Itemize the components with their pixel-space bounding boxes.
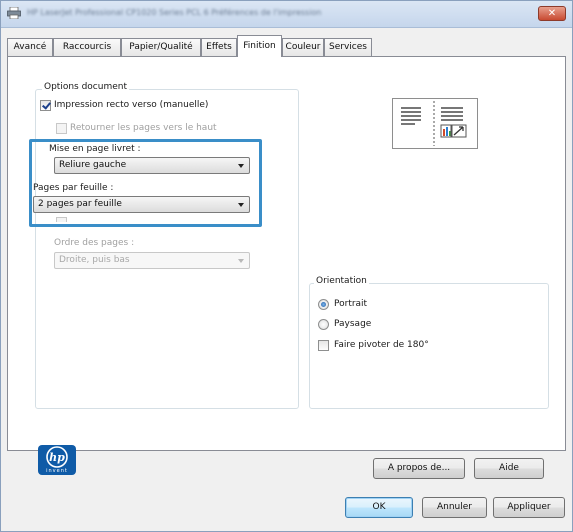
options-document-label: Options document (42, 82, 129, 92)
printer-icon (7, 7, 21, 19)
rotate-180-checkbox[interactable] (318, 340, 329, 351)
title-bar: HP LaserJet Professional CP1020 Series P… (1, 1, 572, 28)
help-button[interactable]: Aide (474, 458, 544, 479)
hp-logo-icon: hp invent (38, 445, 76, 475)
apply-button[interactable]: Appliquer (493, 497, 565, 518)
booklet-preview-icon (397, 101, 467, 146)
print-preferences-dialog: HP LaserJet Professional CP1020 Series P… (0, 0, 573, 532)
highlight-frame (29, 139, 262, 227)
hp-invent-text: invent (46, 468, 68, 474)
rotate-180-label: Faire pivoter de 180° (334, 340, 429, 350)
landscape-label: Paysage (334, 319, 372, 329)
flip-pages-label: Retourner les pages vers le haut (70, 123, 217, 133)
tab-services[interactable]: Services (324, 38, 372, 56)
portrait-radio[interactable] (318, 299, 329, 310)
options-document-group (35, 89, 299, 409)
duplex-label: Impression recto verso (manuelle) (54, 100, 209, 110)
duplex-checkbox[interactable] (40, 100, 51, 111)
tab-couleur[interactable]: Couleur (282, 38, 324, 56)
window-title: HP LaserJet Professional CP1020 Series P… (27, 8, 322, 17)
chevron-down-icon (238, 259, 244, 263)
flip-pages-checkbox[interactable] (56, 123, 67, 134)
tab-raccourcis[interactable]: Raccourcis (53, 38, 121, 56)
page-order-select[interactable]: Droite, puis bas (54, 252, 250, 269)
tab-avance[interactable]: Avancé (7, 38, 53, 56)
orientation-label: Orientation (314, 276, 369, 286)
page-order-label: Ordre des pages : (54, 238, 135, 248)
portrait-label: Portrait (334, 299, 368, 309)
close-button[interactable]: ✕ (538, 6, 566, 21)
document-preview (392, 98, 478, 149)
page-order-value: Droite, puis bas (59, 255, 130, 265)
about-button[interactable]: A propos de... (373, 458, 465, 479)
cancel-button[interactable]: Annuler (422, 497, 487, 518)
landscape-radio[interactable] (318, 319, 329, 330)
svg-text:hp: hp (49, 451, 65, 464)
tab-effets[interactable]: Effets (201, 38, 237, 56)
tab-finition[interactable]: Finition (237, 35, 282, 57)
tab-papier-qualite[interactable]: Papier/Qualité (121, 38, 201, 56)
ok-button[interactable]: OK (345, 497, 413, 518)
hp-mark-icon: hp (46, 446, 68, 468)
